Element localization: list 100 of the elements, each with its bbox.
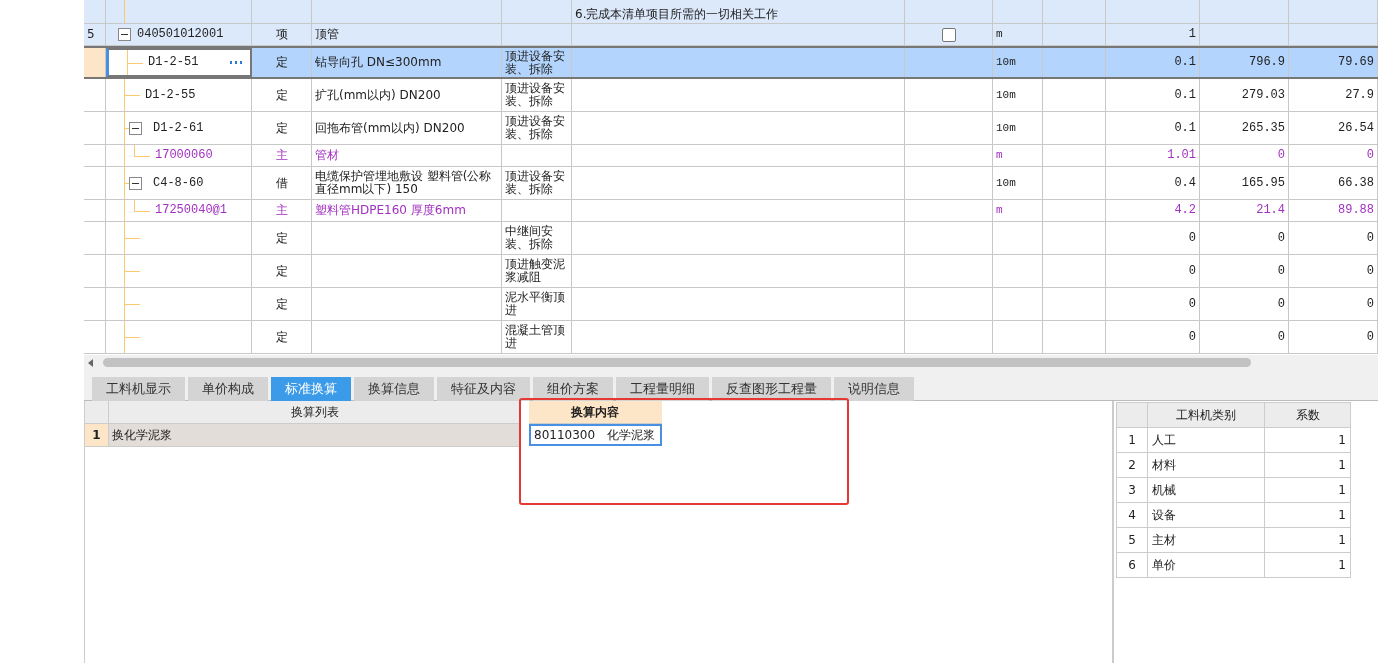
work-content: 顶进设备安装、拆除: [505, 49, 566, 76]
tree-connector: [124, 288, 140, 320]
item-code: C4-8-60: [153, 176, 204, 190]
category-text: 材料: [1152, 457, 1176, 472]
table-row[interactable]: D1-2-55 定 扩孔(mm以内) DN200 顶进设备安装、拆除 10m 0.1 279.03 27.9: [84, 79, 1378, 112]
item-type: 定: [275, 121, 288, 135]
quantity-value: 0.1: [1174, 56, 1196, 69]
unit-text: 10m: [996, 176, 1016, 190]
input-field[interactable]: 80110300 化学泥浆: [529, 424, 662, 446]
item-name: 回拖布管(mm以内) DN200: [315, 121, 465, 135]
total-value: 0: [1366, 330, 1374, 344]
tree-connector: [124, 255, 140, 287]
price-value: 21.4: [1256, 204, 1285, 217]
category-text: 单价: [1152, 557, 1176, 572]
category-text: 设备: [1152, 507, 1176, 522]
work-content: 泥水平衡顶进: [505, 291, 566, 317]
tab[interactable]: 单价构成: [188, 377, 268, 401]
column-header: 换算列表: [290, 403, 339, 421]
unit-text: 10m: [996, 121, 1016, 135]
category-text: 人工: [1152, 432, 1176, 447]
tab[interactable]: 特征及内容: [437, 377, 530, 401]
tab[interactable]: 反查图形工程量: [712, 377, 831, 401]
row-number: 3: [1128, 483, 1136, 497]
table-row[interactable]: 17000060 主 管材 m 1.01 0 0: [84, 145, 1378, 167]
quantity-value: 0.1: [1174, 88, 1196, 102]
table-row[interactable]: 定 中继间安装、拆除 0 0 0: [84, 222, 1378, 255]
factor-value: 1: [1338, 558, 1346, 572]
table-row[interactable]: 定 顶进触变泥浆减阻 0 0 0: [84, 255, 1378, 288]
tree-connector: [127, 50, 143, 75]
item-code: D1-2-51: [148, 56, 199, 69]
column-header: 换算内容: [571, 403, 620, 421]
total-value: 0: [1366, 297, 1374, 311]
item-name: 钻导向孔 DN≤300mm: [315, 56, 442, 69]
work-content: 混凝土管顶进: [505, 324, 566, 350]
table-row[interactable]: 5 040501012001 项 顶管 m 1: [84, 24, 1378, 46]
tree-line: [124, 145, 125, 166]
column-header: 系数: [1295, 407, 1320, 422]
unit-text: m: [996, 28, 1003, 41]
row-number: 6: [1128, 558, 1136, 572]
item-code: D1-2-61: [153, 121, 204, 135]
table-row[interactable]: 17250040@1 主 塑料管HDPE160 厚度6mm m 4.2 21.4 89.88: [84, 200, 1378, 222]
quantity-value: 0: [1188, 231, 1196, 245]
unit-text: 10m: [996, 56, 1016, 69]
table-row[interactable]: 定 混凝土管顶进 0 0 0: [84, 321, 1378, 354]
row-number: 1: [1128, 433, 1136, 447]
table-row[interactable]: D1-2-51 定 钻导向孔 DN≤300mm 顶进设备安装、拆除 10m 0.1 796.9 79.69: [84, 46, 1378, 79]
total-value: 79.69: [1338, 56, 1374, 69]
item-type: 定: [275, 56, 288, 69]
factor-value: 1: [1338, 433, 1346, 447]
factor-value: 1: [1338, 483, 1346, 497]
unit-text: 10m: [996, 88, 1016, 102]
item-type: 定: [275, 264, 288, 278]
table-row[interactable]: C4-8-60 借 电缆保护管埋地敷设 塑料管(公称直径mm以下) 150 顶进设备安装、拆除 10m 0.4 165.95 66.38: [84, 167, 1378, 200]
item-code: D1-2-55: [145, 88, 196, 102]
collapse-icon[interactable]: [118, 28, 131, 41]
total-value: 0: [1366, 231, 1374, 245]
item-type: 主: [275, 204, 288, 217]
row-number: 4: [1128, 508, 1136, 522]
unit-text: m: [996, 149, 1003, 162]
description-text: 6.完成本清单项目所需的一切相关工作: [575, 8, 779, 21]
item-name: 管材: [315, 149, 339, 162]
more-icon[interactable]: [230, 61, 242, 64]
category-text: 主材: [1152, 532, 1176, 547]
row-header[interactable]: 1: [85, 424, 109, 446]
table-row[interactable]: 定 泥水平衡顶进 0 0 0: [84, 288, 1378, 321]
item-type: 定: [275, 231, 288, 245]
work-content: 顶进触变泥浆减阻: [505, 258, 566, 284]
item-type: 主: [275, 149, 288, 162]
row-number: 5: [1128, 533, 1136, 547]
collapse-icon[interactable]: [129, 176, 142, 190]
list-item[interactable]: 换化学泥浆: [109, 424, 520, 446]
item-type: 定: [275, 297, 288, 311]
table-row[interactable]: D1-2-61 定 回拖布管(mm以内) DN200 顶进设备安装、拆除 10m 0.1 265.35 26.54: [84, 112, 1378, 145]
horizontal-scrollbar[interactable]: [84, 355, 1378, 370]
tab[interactable]: 换算信息: [354, 377, 434, 401]
price-value: 279.03: [1241, 88, 1285, 102]
price-value: 796.9: [1249, 56, 1285, 69]
collapse-icon[interactable]: [129, 121, 142, 135]
scroll-left-icon[interactable]: [88, 358, 94, 367]
total-value: 0: [1366, 264, 1374, 278]
item-name: 电缆保护管埋地敷设 塑料管(公称直径mm以下) 150: [315, 170, 493, 196]
item-name: 扩孔(mm以内) DN200: [315, 88, 441, 102]
tab[interactable]: 工料机显示: [92, 377, 185, 401]
tab[interactable]: 说明信息: [834, 377, 914, 401]
tab[interactable]: 工程量明细: [616, 377, 709, 401]
price-value: 0: [1277, 330, 1285, 344]
price-value: 0: [1277, 264, 1285, 278]
unit-text: m: [996, 204, 1003, 217]
item-name: 顶管: [315, 28, 339, 41]
tab[interactable]: 组价方案: [533, 377, 613, 401]
row-header[interactable]: [84, 48, 106, 77]
item-code: 17250040@1: [155, 204, 227, 217]
quantity-value: 4.2: [1174, 204, 1196, 217]
quantity-value: 1: [1188, 28, 1196, 41]
row-header[interactable]: 5: [84, 24, 106, 45]
row-number: 2: [1128, 458, 1136, 472]
checkbox[interactable]: [941, 27, 956, 42]
total-value: 27.9: [1345, 88, 1374, 102]
quantity-value: 0.4: [1174, 176, 1196, 190]
price-value: 265.35: [1241, 121, 1285, 135]
